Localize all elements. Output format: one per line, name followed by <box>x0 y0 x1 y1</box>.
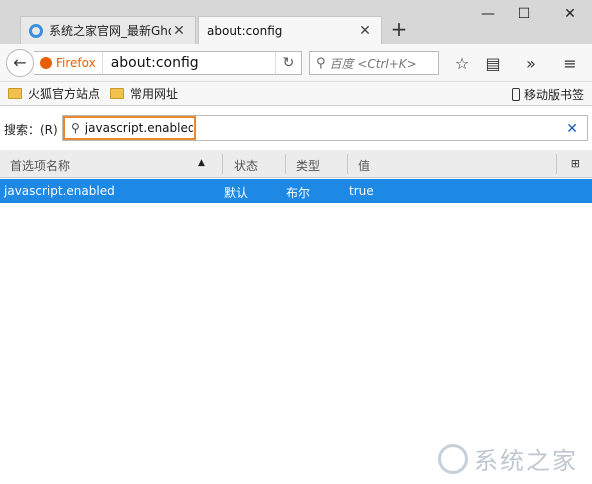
folder-icon <box>110 88 125 99</box>
config-search-row: 搜索：(R) ⚲ ✕ <box>0 112 592 144</box>
identity-box[interactable]: Firefox <box>34 52 103 74</box>
search-icon: ⚲ <box>71 121 80 135</box>
search-label: 搜索：(R) <box>4 123 58 137</box>
identity-label: Firefox <box>56 56 96 70</box>
config-search-highlight[interactable]: ⚲ <box>63 116 196 140</box>
mobile-bookmarks[interactable]: 移动版书签 <box>511 86 584 103</box>
column-divider[interactable] <box>285 154 286 174</box>
reload-icon[interactable]: ↻ <box>275 52 301 74</box>
bookmarks-bar: 火狐官方站点 常用网址 移动版书签 <box>0 82 592 106</box>
maximize-icon[interactable]: ☐ <box>514 4 534 24</box>
column-picker-icon[interactable]: ⊞ <box>571 157 580 170</box>
nav-bar: ← Firefox about:config ↻ ⚲ 百度 <Ctrl+K> ☆… <box>0 44 592 82</box>
column-divider[interactable] <box>222 154 223 174</box>
tab-strip: 系统之家官网_最新Gho ✕ about:config ✕ + — ☐ ✕ <box>0 0 592 44</box>
url-bar[interactable]: Firefox about:config ↻ <box>34 51 302 75</box>
folder-icon <box>8 88 22 99</box>
tab-xitongzhijia[interactable]: 系统之家官网_最新Gho ✕ <box>20 16 196 44</box>
bookmark-folder-changyong[interactable]: 常用网址 <box>110 85 178 102</box>
url-text[interactable]: about:config <box>103 55 275 71</box>
hamburger-menu-icon[interactable]: ≡ <box>560 54 580 74</box>
prefs-table-header: 首选项名称 ▲ 状态 类型 值 ⊞ <box>0 150 592 178</box>
column-header-type[interactable]: 类型 <box>296 157 320 174</box>
firefox-logo-icon <box>40 57 52 69</box>
watermark: 系统之家 <box>438 441 578 476</box>
search-icon: ⚲ <box>316 55 326 71</box>
bookmark-star-icon[interactable]: ☆ <box>452 54 472 74</box>
watermark-text: 系统之家 <box>474 447 578 475</box>
watermark-logo-icon <box>438 443 468 474</box>
bookmark-folder-huohu[interactable]: 火狐官方站点 <box>8 85 100 102</box>
sort-ascending-icon: ▲ <box>198 158 205 168</box>
site-favicon-icon <box>29 23 43 38</box>
tab-label: 系统之家官网_最新Gho <box>49 24 171 38</box>
pref-value: true <box>349 184 374 198</box>
close-tab-icon[interactable]: ✕ <box>171 23 187 39</box>
back-arrow-icon[interactable]: ← <box>6 49 34 77</box>
pref-type: 布尔 <box>286 186 311 200</box>
bookmark-label: 火狐官方站点 <box>28 87 101 101</box>
clear-search-icon[interactable]: ✕ <box>566 121 578 137</box>
tab-about-config[interactable]: about:config ✕ <box>198 16 382 44</box>
config-search-input[interactable] <box>84 121 193 135</box>
column-divider <box>556 154 557 174</box>
bookmark-label: 常用网址 <box>130 87 179 101</box>
overflow-chevron-icon[interactable]: » <box>521 54 541 74</box>
reader-list-icon[interactable]: ▤ <box>483 54 503 74</box>
window-close-icon[interactable]: ✕ <box>560 4 580 24</box>
minimize-icon[interactable]: — <box>478 4 498 24</box>
search-placeholder: 百度 <Ctrl+K> <box>329 56 417 71</box>
table-row[interactable]: javascript.enabled 默认 布尔 true <box>0 179 592 203</box>
column-header-value[interactable]: 值 <box>358 157 370 174</box>
pref-status: 默认 <box>224 186 249 200</box>
column-header-name[interactable]: 首选项名称 <box>10 157 70 174</box>
tab-label: about:config <box>207 23 283 38</box>
close-tab-icon[interactable]: ✕ <box>357 23 373 39</box>
column-header-status[interactable]: 状态 <box>234 157 258 174</box>
pref-name: javascript.enabled <box>4 184 115 198</box>
column-divider[interactable] <box>347 154 348 174</box>
mobile-bookmarks-label: 移动版书签 <box>523 88 584 102</box>
web-search-input[interactable]: ⚲ 百度 <Ctrl+K> <box>309 51 439 75</box>
mobile-phone-icon <box>511 88 520 101</box>
new-tab-plus-icon[interactable]: + <box>388 18 410 40</box>
